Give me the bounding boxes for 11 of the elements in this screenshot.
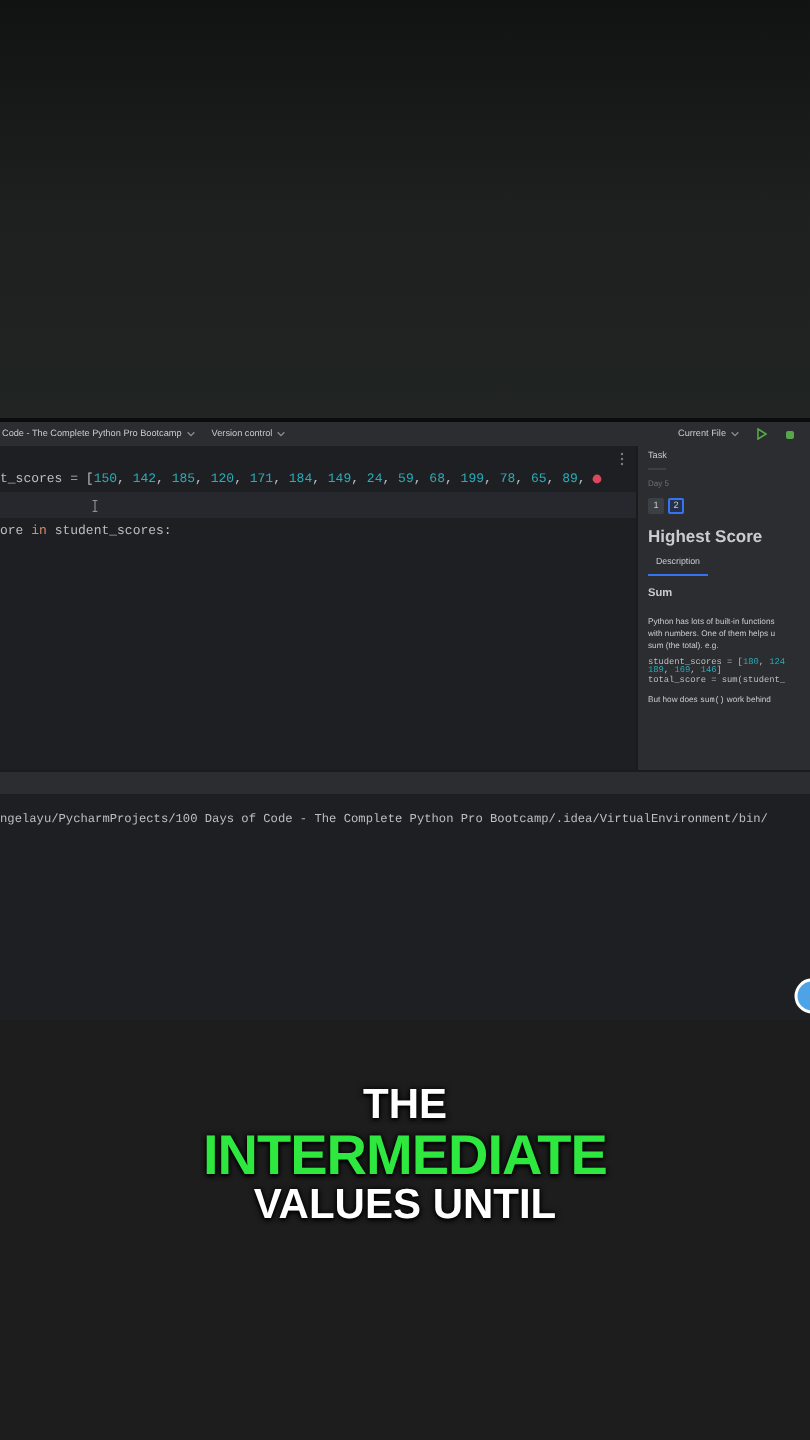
task-title: Highest Score — [648, 523, 765, 550]
chevron-down-icon — [185, 429, 196, 438]
caption-text: VALUES UNTIL — [253, 1180, 557, 1230]
caption-text: THE — [363, 1080, 447, 1130]
text-cursor-icon — [92, 499, 98, 511]
run-icon[interactable] — [756, 428, 768, 440]
caption-text: INTERMEDIATE — [203, 1130, 607, 1180]
chevron-down-icon — [276, 429, 287, 438]
error-icon[interactable] — [591, 474, 602, 484]
round-button-icon[interactable] — [794, 978, 810, 1014]
chevron-down-icon — [730, 429, 740, 438]
